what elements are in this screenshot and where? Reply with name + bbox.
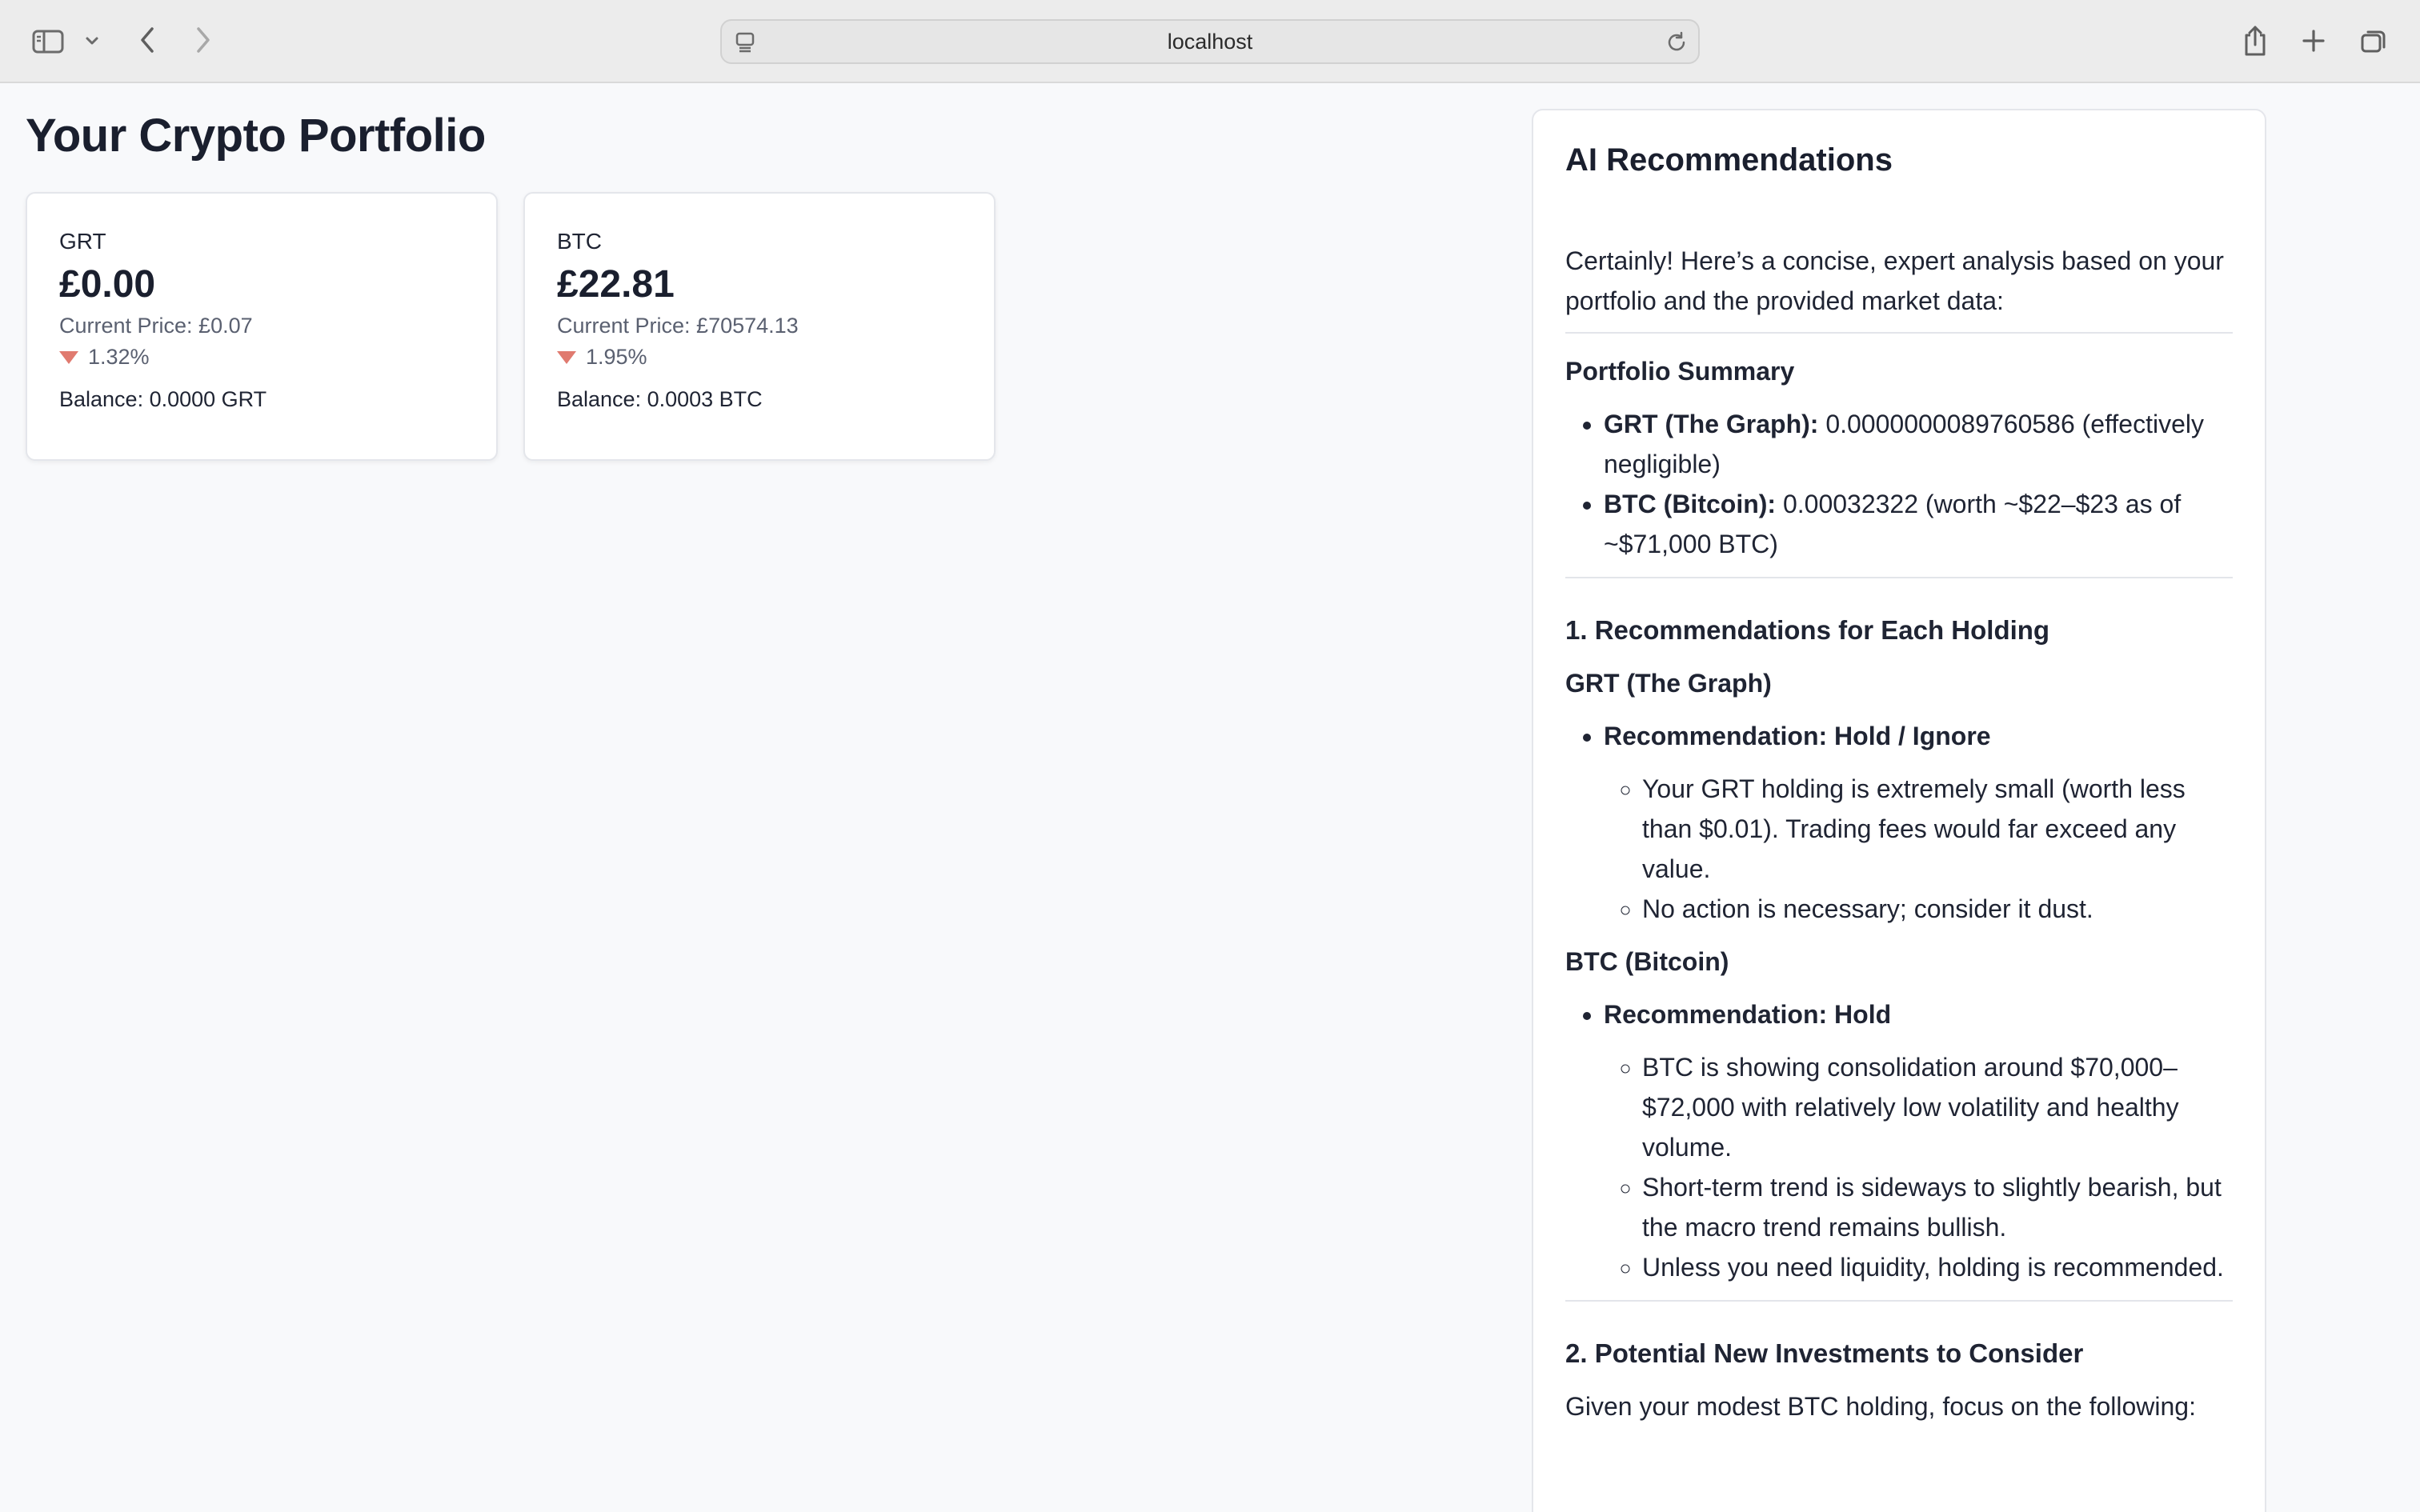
portfolio-card-grt: GRT £0.00 Current Price: £0.07 1.32% Bal…: [26, 192, 498, 461]
list-item: BTC is showing consolidation around $70,…: [1642, 1047, 2233, 1167]
summary-item-btc: BTC (Bitcoin): 0.00032322 (worth ~$22–$2…: [1604, 484, 2233, 564]
triangle-down-icon: [557, 350, 576, 364]
btc-heading: BTC (Bitcoin): [1565, 947, 1729, 976]
section-heading: 2. Potential New Investments to Consider: [1565, 1338, 2084, 1368]
sidebar-toggle-icon[interactable]: [29, 24, 67, 59]
reload-icon[interactable]: [1665, 30, 1689, 58]
card-symbol: BTC: [557, 229, 602, 254]
triangle-down-icon: [59, 350, 78, 364]
card-change: 1.95%: [557, 345, 962, 370]
divider: [1565, 577, 2233, 578]
card-change-value: 1.95%: [586, 345, 647, 369]
forward-icon[interactable]: [189, 22, 218, 58]
portfolio-card-btc: BTC £22.81 Current Price: £70574.13 1.95…: [523, 192, 996, 461]
divider: [1565, 1300, 2233, 1302]
section-heading: 1. Recommendations for Each Holding: [1565, 615, 2050, 645]
browser-toolbar: localhost: [0, 0, 2420, 83]
ai-recommendation-text: Certainly! Here’s a concise, expert anal…: [1565, 241, 2233, 1426]
list-item: Short-term trend is sideways to slightly…: [1642, 1167, 2233, 1247]
card-value: £0.00: [59, 263, 156, 306]
list-item: No action is necessary; consider it dust…: [1642, 889, 2233, 929]
grt-points: Your GRT holding is extremely small (wor…: [1604, 769, 2233, 929]
tab-overview-icon[interactable]: [2356, 24, 2391, 58]
page-title: Your Crypto Portfolio: [26, 110, 486, 162]
card-symbol: GRT: [59, 229, 106, 254]
card-value: £22.81: [557, 263, 675, 306]
divider: [1565, 332, 2233, 334]
btc-points: BTC is showing consolidation around $70,…: [1604, 1047, 2233, 1287]
card-change: 1.32%: [59, 345, 464, 370]
list-item: Unless you need liquidity, holding is re…: [1642, 1247, 2233, 1287]
card-change-value: 1.32%: [88, 345, 150, 369]
card-current-price: Current Price: £70574.13: [557, 314, 799, 338]
share-icon[interactable]: [2238, 21, 2273, 61]
ai-recommendations-panel: AI Recommendations Certainly! Here’s a c…: [1532, 109, 2266, 1512]
new-tab-icon[interactable]: [2297, 24, 2330, 58]
address-bar[interactable]: localhost: [720, 19, 1700, 64]
portfolio-summary-heading: Portfolio Summary: [1565, 357, 1795, 386]
grt-recommendation: Recommendation: Hold / Ignore Your GRT h…: [1604, 716, 2233, 929]
section2-intro: Given your modest BTC holding, focus on …: [1565, 1392, 2196, 1421]
card-balance: Balance: 0.0003 BTC: [557, 387, 763, 411]
back-icon[interactable]: [133, 22, 162, 58]
ai-panel-title: AI Recommendations: [1565, 142, 1893, 178]
summary-item-grt: GRT (The Graph): 0.0000000089760586 (eff…: [1604, 404, 2233, 484]
grt-recommendation-list: Recommendation: Hold / Ignore Your GRT h…: [1565, 716, 2233, 929]
card-balance: Balance: 0.0000 GRT: [59, 387, 267, 411]
btc-recommendation: Recommendation: Hold BTC is showing cons…: [1604, 994, 2233, 1287]
url-text[interactable]: localhost: [722, 21, 1698, 62]
chevron-down-icon[interactable]: [82, 29, 102, 53]
list-item: Your GRT holding is extremely small (wor…: [1642, 769, 2233, 889]
ai-intro: Certainly! Here’s a concise, expert anal…: [1565, 246, 2224, 315]
grt-heading: GRT (The Graph): [1565, 669, 1772, 698]
btc-recommendation-list: Recommendation: Hold BTC is showing cons…: [1565, 994, 2233, 1287]
portfolio-summary-list: GRT (The Graph): 0.0000000089760586 (eff…: [1565, 404, 2233, 564]
card-current-price: Current Price: £0.07: [59, 314, 253, 338]
